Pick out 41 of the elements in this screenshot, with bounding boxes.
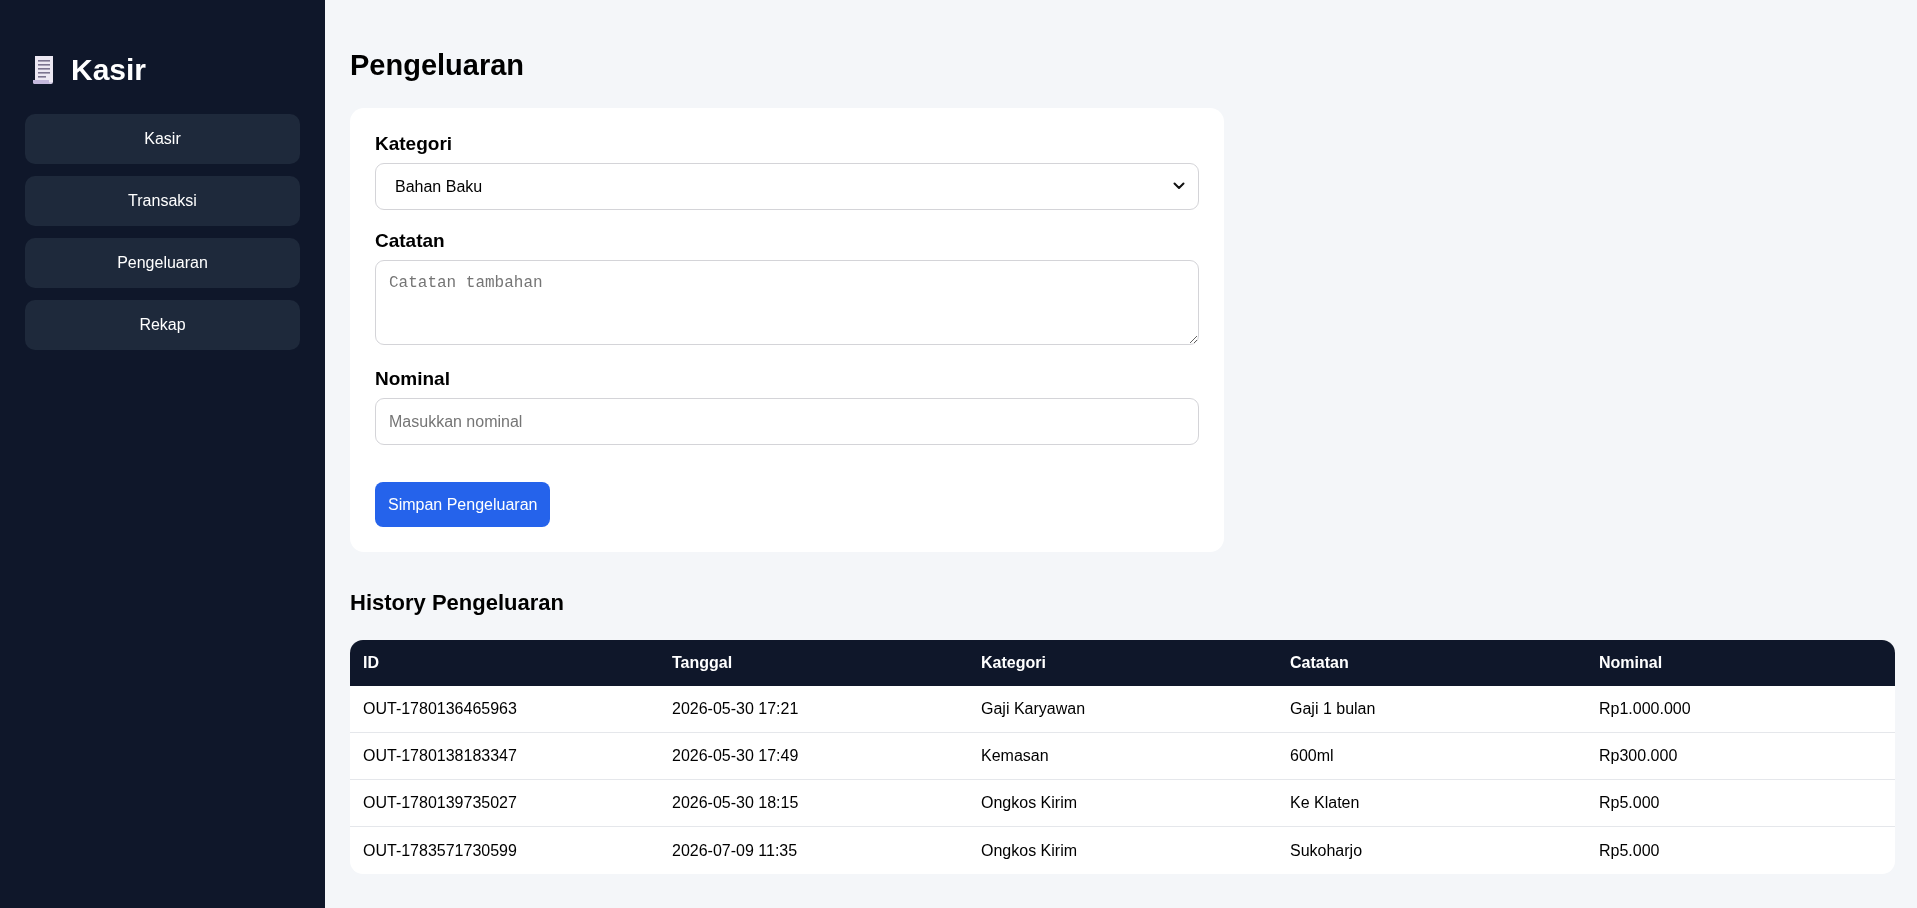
app-title: Kasir	[71, 52, 147, 88]
section-title: History Pengeluaran	[350, 590, 565, 616]
nav-button[interactable]: Pengeluaran	[25, 238, 300, 288]
table-cell: 600ml	[1277, 733, 1586, 780]
note-textarea[interactable]: Catatan tambahan	[375, 260, 1199, 345]
column-header: Catatan	[1277, 640, 1586, 686]
table-cell: Gaji Karyawan	[968, 686, 1277, 733]
table-cell: 2026-05-30 18:15	[659, 780, 968, 827]
category-select[interactable]: Bahan Baku	[375, 163, 1199, 210]
receipt-icon	[32, 55, 56, 85]
table-cell: Ke Klaten	[1277, 780, 1586, 827]
table-cell: OUT-1780138183347	[350, 733, 659, 780]
save-button[interactable]: Simpan Pengeluaran	[375, 482, 551, 527]
table-cell: 2026-05-30 17:21	[659, 686, 968, 733]
table-cell: OUT-1780136465963	[350, 686, 659, 733]
table-cell-text: 2026-07-09 11:35	[671, 840, 799, 861]
column-header: Kategori	[968, 640, 1277, 686]
field-label: Nominal	[375, 368, 451, 390]
table-cell: Gaji 1 bulan	[1277, 686, 1586, 733]
field-label: Kategori	[375, 133, 454, 155]
nav-button[interactable]: Kasir	[25, 114, 300, 164]
table-cell: 2026-05-30 17:49	[659, 733, 968, 780]
table-cell-text: Rp5.000	[1598, 840, 1661, 861]
amount-input[interactable]: Masukkan nominal	[375, 398, 1199, 445]
table-cell: Rp5.000	[1586, 780, 1895, 827]
field-label: Catatan	[375, 230, 446, 252]
table-cell: Rp1.000.000	[1586, 686, 1895, 733]
page-title: Pengeluaran	[350, 48, 526, 82]
table-cell-text: Sukoharjo	[1289, 840, 1364, 861]
table-cell-text: Ongkos Kirim	[980, 840, 1079, 861]
nav-button[interactable]: Rekap	[25, 300, 300, 350]
table-cell: Kemasan	[968, 733, 1277, 780]
nav-button[interactable]: Transaksi	[25, 176, 300, 226]
table-cell: OUT-1780139735027	[350, 780, 659, 827]
column-header: Tanggal	[659, 640, 968, 686]
chevron-down-icon	[1173, 182, 1185, 190]
table-cell: Ongkos Kirim	[968, 780, 1277, 827]
table-cell-text: OUT-1783571730599	[362, 840, 518, 861]
table-cell: Rp300.000	[1586, 733, 1895, 780]
column-header: Nominal	[1586, 640, 1895, 686]
column-header: ID	[350, 640, 659, 686]
